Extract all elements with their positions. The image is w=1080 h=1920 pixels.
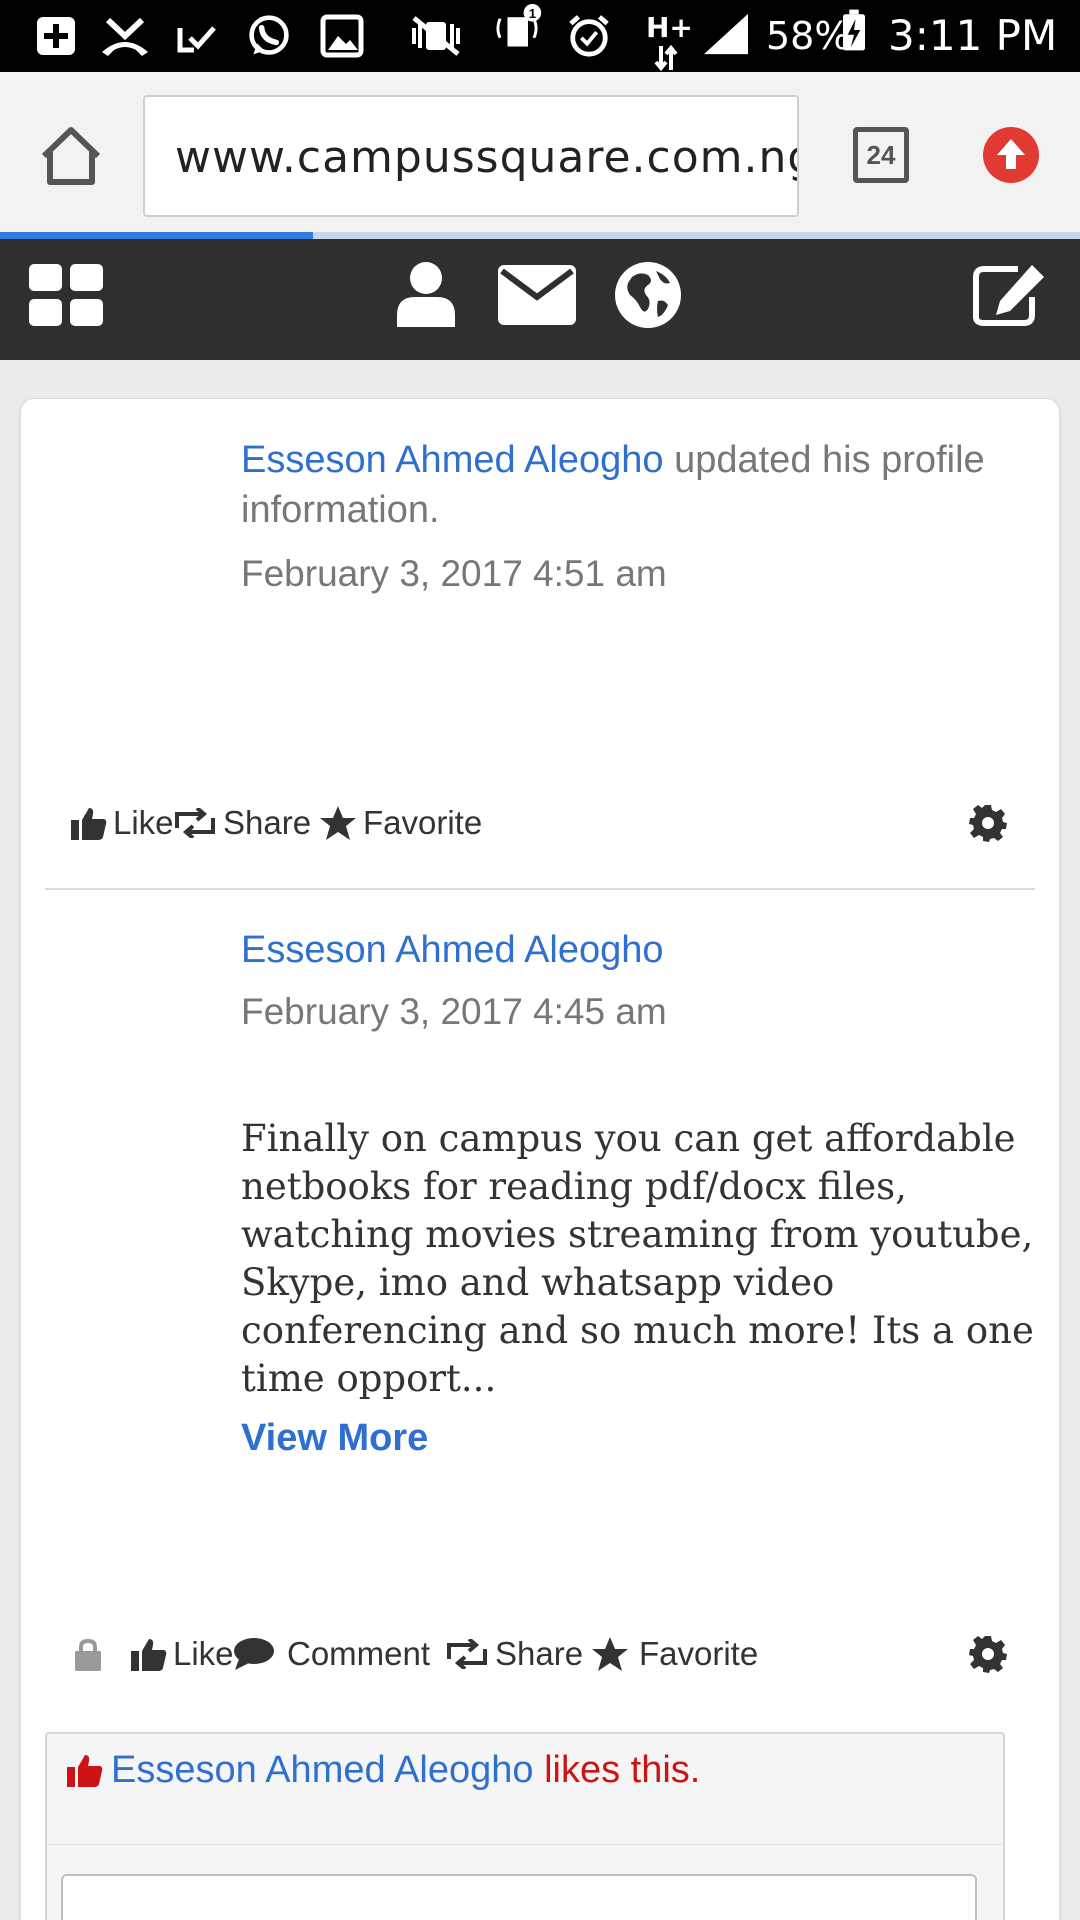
grid-menu-icon[interactable] (29, 264, 103, 326)
hotspot-icon: 1 (496, 4, 542, 47)
comment-bubble-icon (234, 1638, 274, 1670)
like-label: Like (113, 804, 174, 841)
add-icon (37, 17, 75, 55)
url-text: www.campussquare.com.ng (175, 132, 799, 183)
activity-2-timestamp[interactable]: February 3, 2017 4:45 am (241, 989, 667, 1035)
profile-icon[interactable] (395, 261, 457, 327)
check-icon (177, 26, 216, 53)
author-link[interactable]: Esseson Ahmed Aleogho (241, 929, 664, 971)
like-button[interactable]: Like (131, 1629, 234, 1679)
image-icon (320, 14, 364, 58)
like-button[interactable]: Like (71, 798, 174, 848)
globe-icon[interactable] (614, 261, 682, 329)
activity-1-summary: Esseson Ahmed Aleogho updated his profil… (241, 435, 1041, 535)
likes-suffix: likes this. (533, 1749, 701, 1791)
alarm-icon (569, 15, 609, 57)
gear-icon[interactable] (969, 1635, 1007, 1673)
clock: 3:11 PM (888, 11, 1058, 60)
thumbs-up-icon (71, 808, 107, 840)
likes-separator (47, 1844, 1003, 1845)
missed-call-icon (102, 17, 148, 56)
favorite-label: Favorite (363, 804, 483, 841)
activity-2-summary: Esseson Ahmed Aleogho (241, 925, 1041, 975)
url-bar[interactable]: www.campussquare.com.ng (143, 95, 799, 217)
tabs-icon[interactable]: 24 (853, 127, 909, 183)
likes-and-comments: Esseson Ahmed Aleogho likes this. (45, 1732, 1005, 1920)
status-bar: 1 H+ 58% 3:11 PM (0, 0, 1080, 72)
comment-button[interactable]: Comment (233, 1629, 430, 1679)
share-label: Share (223, 804, 312, 841)
favorite-label: Favorite (639, 1635, 759, 1672)
like-label: Like (173, 1635, 234, 1672)
browser-toolbar: www.campussquare.com.ng 24 (0, 72, 1080, 234)
upload-icon[interactable] (983, 127, 1039, 183)
lock-icon (75, 1639, 101, 1671)
retweet-icon (175, 808, 215, 838)
likes-summary: Esseson Ahmed Aleogho likes this. (67, 1744, 700, 1796)
favorite-button[interactable]: Favorite (591, 1629, 758, 1679)
post-body: Finally on campus you can get affordable… (241, 1117, 1034, 1400)
star-icon (320, 806, 356, 840)
activity-divider (45, 888, 1035, 890)
battery-charging-icon (843, 9, 865, 51)
view-more-link[interactable]: View More (241, 1417, 428, 1460)
page-load-progress (0, 232, 1080, 239)
arrow-up-icon (997, 139, 1025, 169)
star-icon (592, 1637, 628, 1671)
favorite-button[interactable]: Favorite (319, 798, 482, 848)
retweet-icon (447, 1639, 487, 1669)
liker-link[interactable]: Esseson Ahmed Aleogho (111, 1744, 534, 1796)
activity-feed: Esseson Ahmed Aleogho updated his profil… (20, 398, 1060, 1920)
comment-label: Comment (287, 1635, 431, 1672)
comment-input[interactable] (61, 1874, 977, 1920)
signal-icon (704, 13, 748, 55)
page-load-progress-fill (0, 232, 314, 239)
share-button[interactable]: Share (445, 1629, 583, 1679)
activity-1-timestamp[interactable]: February 3, 2017 4:51 am (241, 551, 667, 597)
tab-count: 24 (866, 140, 896, 170)
thumbs-up-icon (131, 1639, 167, 1671)
gear-icon[interactable] (969, 804, 1007, 842)
mute-icon (412, 16, 460, 56)
share-label: Share (495, 1635, 584, 1672)
whatsapp-icon (249, 15, 289, 55)
thumbs-up-icon (67, 1755, 103, 1787)
site-nav (0, 239, 1080, 360)
share-button[interactable]: Share (173, 798, 311, 848)
home-icon[interactable] (38, 126, 104, 186)
activity-1-actions: Like Share Favorite (51, 798, 1031, 848)
signal-badge: 1 (529, 6, 536, 21)
author-link[interactable]: Esseson Ahmed Aleogho (241, 439, 664, 481)
compose-icon[interactable] (972, 261, 1050, 327)
activity-2-actions: Like Comment Share Favorite (51, 1629, 1031, 1679)
messages-icon[interactable] (498, 265, 576, 325)
